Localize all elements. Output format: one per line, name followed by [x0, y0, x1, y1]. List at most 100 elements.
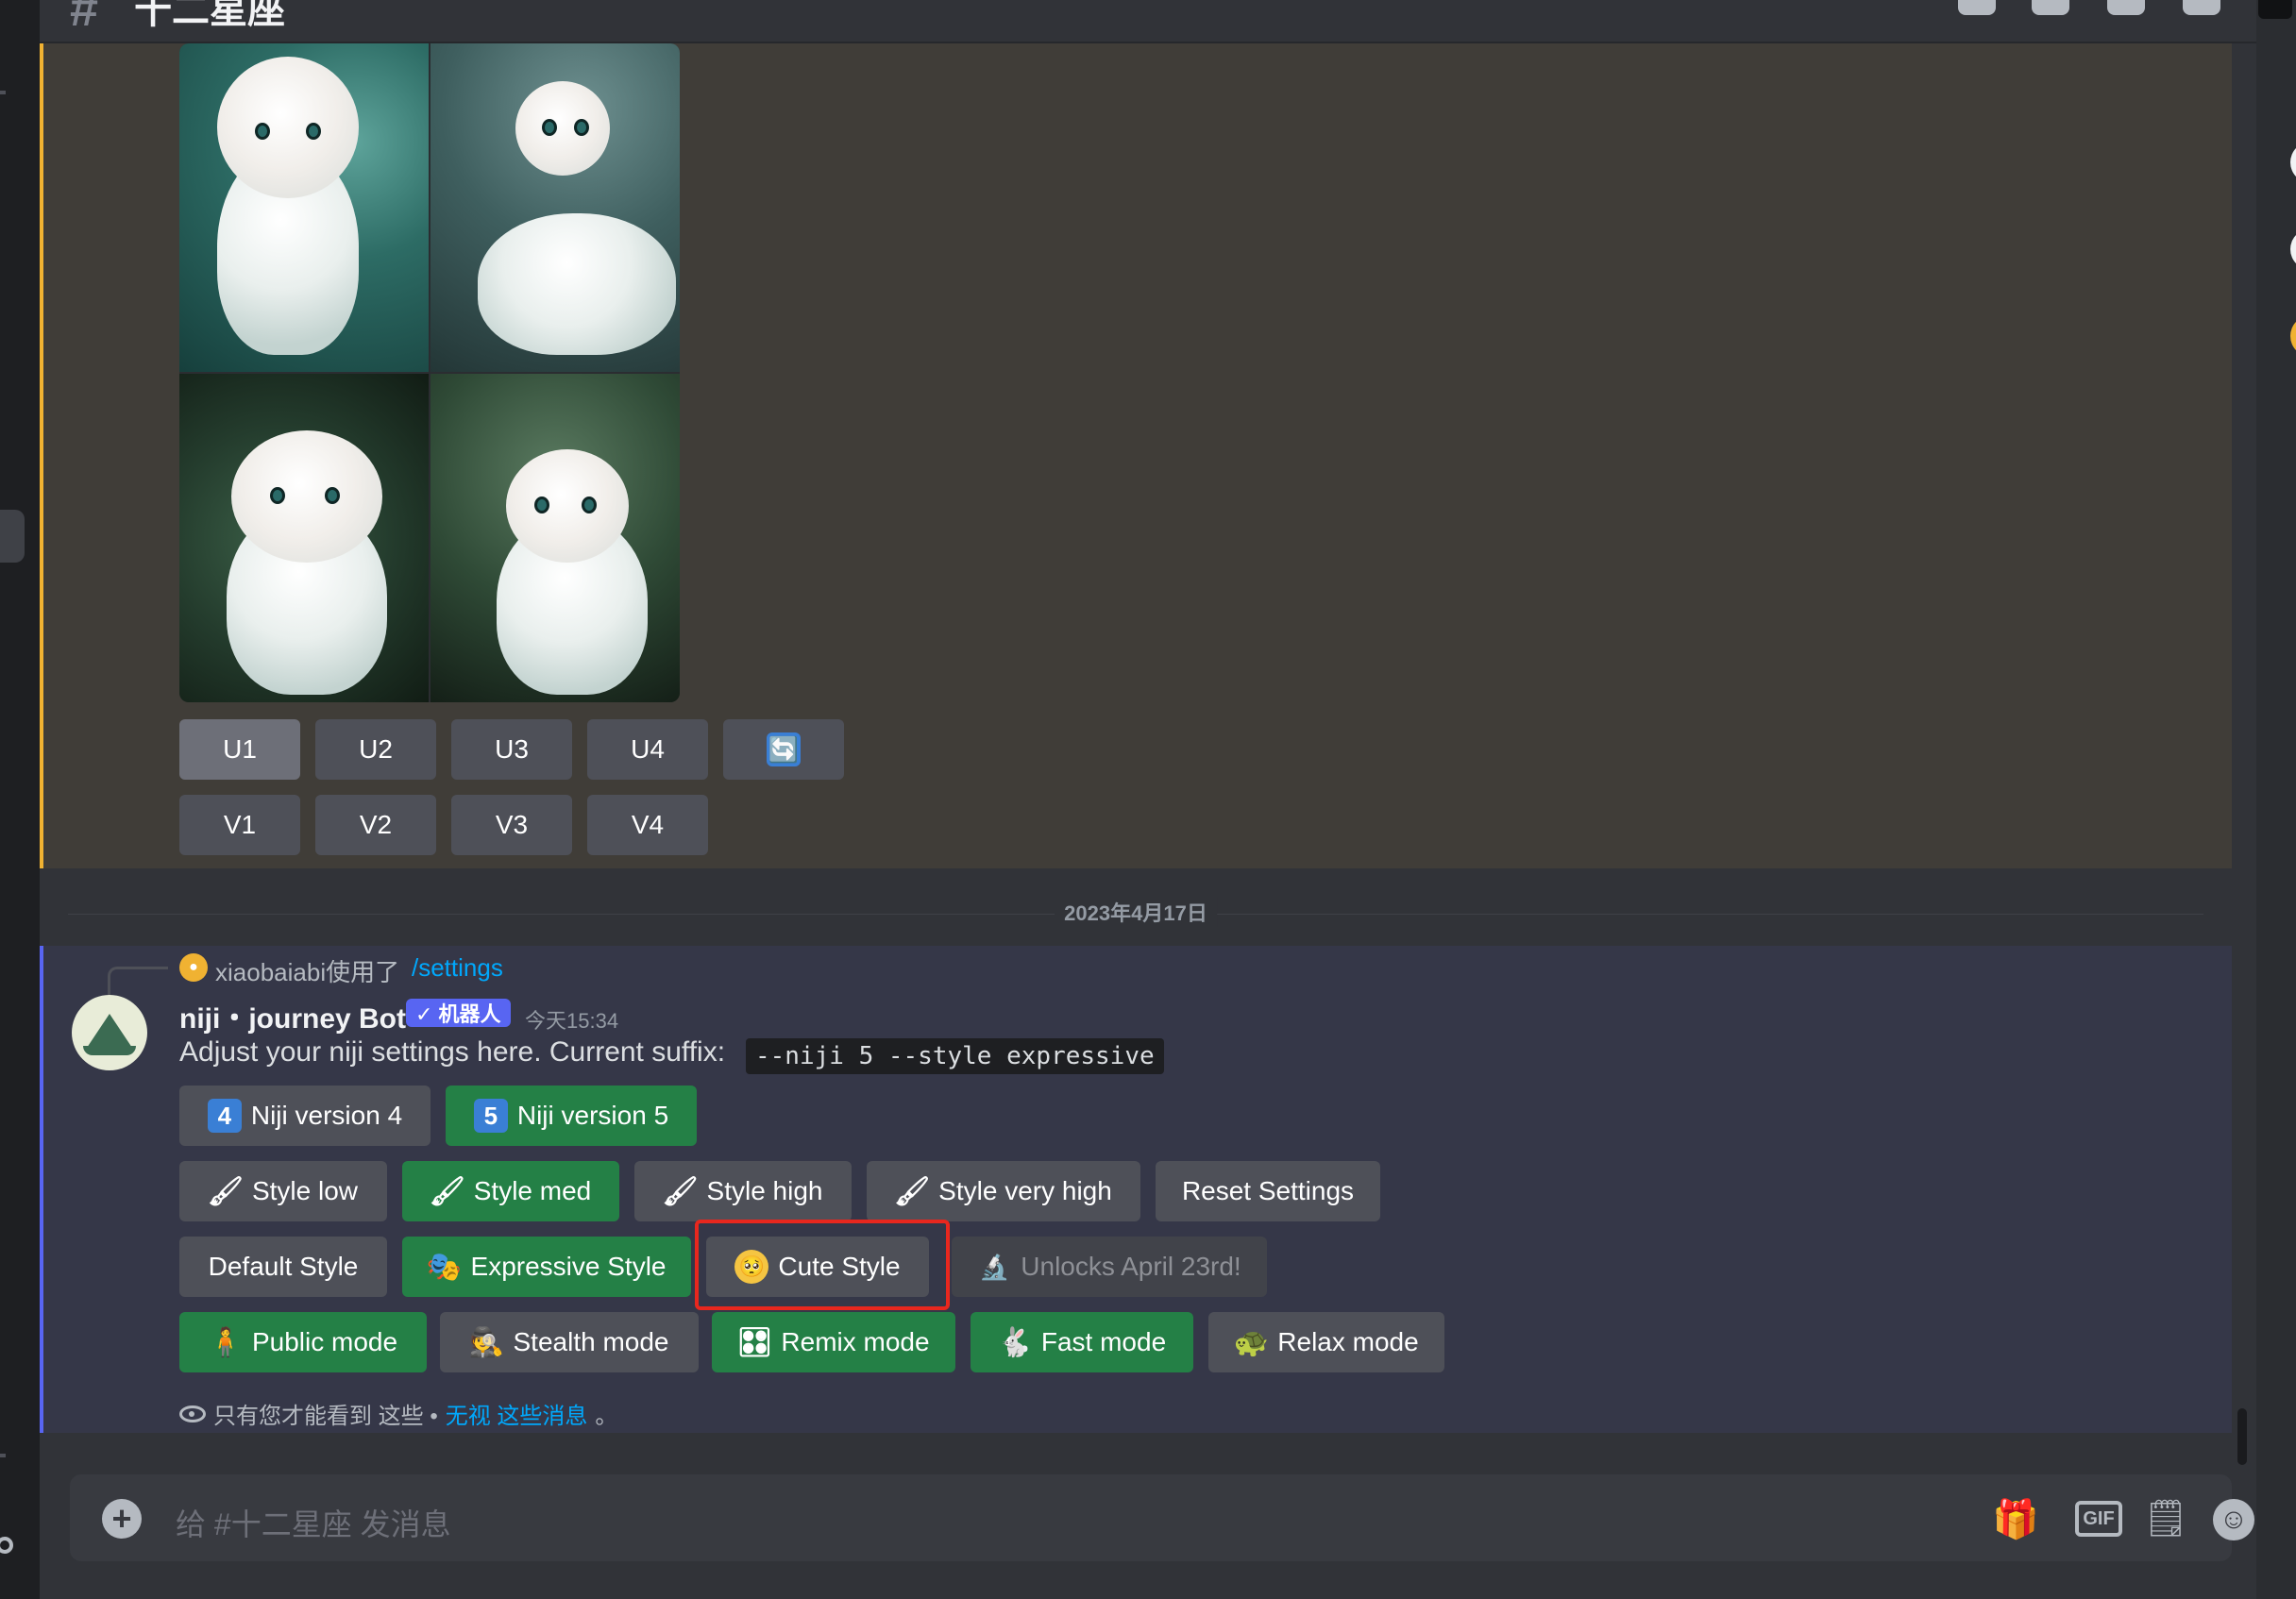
standing-person-icon: 🧍: [208, 1326, 244, 1358]
reply-command[interactable]: /settings: [412, 953, 503, 983]
emoji-icon[interactable]: ☺: [2213, 1499, 2254, 1540]
member-avatar[interactable]: [2290, 315, 2296, 357]
button-label: Style very high: [938, 1176, 1112, 1205]
button-label: Style high: [706, 1176, 823, 1205]
button-label: Public mode: [251, 1327, 398, 1356]
hash-icon: #: [70, 0, 99, 37]
message-input[interactable]: 给 #十二星座 发消息: [176, 1501, 451, 1544]
reroll-icon: 🔄: [767, 732, 801, 766]
style-high-button[interactable]: 🖌 Style high: [634, 1161, 852, 1221]
default-style-button[interactable]: Default Style: [179, 1237, 387, 1297]
style-med-button[interactable]: 🖌 Style med: [402, 1161, 619, 1221]
reply-user[interactable]: xiaobaiabi使用了: [215, 953, 399, 988]
gif-icon[interactable]: GIF: [2075, 1501, 2122, 1537]
style-very-high-button[interactable]: 🖌 Style very high: [867, 1161, 1140, 1221]
upscale-button-2[interactable]: U2: [315, 719, 436, 780]
sticker-icon[interactable]: 🗒: [2143, 1499, 2188, 1539]
date-label: 2023年4月17日: [1055, 897, 1217, 927]
image-grid[interactable]: [179, 43, 680, 702]
variation-button-2[interactable]: V2: [315, 795, 436, 855]
variation-button-4[interactable]: V4: [587, 795, 708, 855]
paintbrush-icon: 🖌: [662, 1175, 699, 1207]
message-composer[interactable]: + 给 #十二星座 发消息 🎁 GIF 🗒 ☺: [70, 1474, 2254, 1561]
paintbrush-icon: 🖌: [429, 1175, 465, 1207]
style-low-button[interactable]: 🖌 Style low: [179, 1161, 387, 1221]
upscale-button-4[interactable]: U4: [587, 719, 708, 780]
relax-mode-button[interactable]: 🐢 Relax mode: [1208, 1312, 1444, 1372]
ephemeral-note: 只有您才能看到 这些 • 无视 这些消息 。: [179, 1397, 617, 1430]
upscale-button-3[interactable]: U3: [451, 719, 572, 780]
keycap-5-icon: 5: [473, 1099, 508, 1133]
sidebar-pill[interactable]: [0, 510, 25, 563]
theater-masks-icon: 🎭: [426, 1251, 463, 1283]
generated-image-1[interactable]: [179, 43, 429, 372]
reroll-button[interactable]: 🔄: [723, 719, 844, 780]
discord-window: # 十二星座 U1 U2 U3 U4 🔄 V1 V2 V3 V4 2023年4月…: [0, 0, 2296, 1599]
variation-button-1[interactable]: V1: [179, 795, 300, 855]
pin-icon[interactable]: [2107, 0, 2145, 15]
member-list: [2256, 0, 2296, 1599]
button-label: Niji version 4: [250, 1101, 403, 1130]
image-message: U1 U2 U3 U4 🔄 V1 V2 V3 V4: [40, 43, 2232, 868]
public-mode-button[interactable]: 🧍 Public mode: [179, 1312, 427, 1372]
turtle-icon: 🐢: [1233, 1326, 1269, 1358]
bell-icon[interactable]: [2032, 0, 2069, 15]
dismiss-link[interactable]: 无视 这些消息: [446, 1397, 588, 1430]
fast-mode-button[interactable]: 🐇 Fast mode: [971, 1312, 1193, 1372]
stealth-mode-button[interactable]: 🕵 Stealth mode: [440, 1312, 699, 1372]
button-label: Style low: [251, 1176, 359, 1205]
suffix-code: --niji 5 --style expressive: [746, 1038, 1164, 1074]
expressive-style-button[interactable]: 🎭 Expressive Style: [402, 1237, 691, 1297]
reset-settings-button[interactable]: Reset Settings: [1156, 1161, 1380, 1221]
button-label: Reset Settings: [1181, 1176, 1355, 1205]
paintbrush-icon: 🖌: [207, 1175, 245, 1207]
date-divider: 2023年4月17日: [40, 868, 2232, 942]
message-timestamp: 今天15:34: [525, 1009, 619, 1033]
avatar[interactable]: [72, 995, 147, 1070]
boat-icon: [87, 1014, 132, 1048]
control-knobs-icon: 🎛: [736, 1326, 773, 1358]
upscale-button-1[interactable]: U1: [179, 719, 300, 780]
member-avatar[interactable]: [2290, 142, 2296, 183]
ephemeral-text: 只有您才能看到 这些 •: [213, 1404, 438, 1429]
button-label: Expressive Style: [470, 1252, 667, 1281]
button-label: Stealth mode: [513, 1327, 669, 1356]
button-label: Remix mode: [781, 1327, 930, 1356]
generated-image-2[interactable]: [430, 43, 680, 372]
gift-icon[interactable]: 🎁: [1992, 1499, 2039, 1540]
sidebar-marker: [0, 1454, 6, 1457]
threads-icon[interactable]: [1958, 0, 1996, 15]
channel-title: 十二星座: [134, 0, 285, 31]
button-label: Niji version 5: [516, 1101, 669, 1130]
message-text: Adjust your niji settings here. Current …: [179, 1036, 726, 1068]
eye-icon: [179, 1405, 206, 1422]
button-label: Default Style: [208, 1252, 359, 1281]
server-sidebar: [0, 0, 40, 1599]
detective-icon: 🕵: [468, 1326, 505, 1358]
search-box[interactable]: [2258, 0, 2292, 19]
sidebar-marker: [0, 91, 6, 94]
pleading-face-icon: 🥺: [734, 1250, 769, 1284]
member-avatar[interactable]: [2290, 228, 2296, 270]
variation-button-3[interactable]: V3: [451, 795, 572, 855]
ephemeral-suffix: 。: [595, 1404, 618, 1429]
remix-mode-button[interactable]: 🎛 Remix mode: [712, 1312, 955, 1372]
unlocks-april-button: 🔬 Unlocks April 23rd!: [952, 1237, 1267, 1297]
discord-icon: ●: [179, 953, 208, 982]
bot-name[interactable]: niji・journey Bot: [179, 995, 406, 1036]
add-attachment-icon[interactable]: +: [102, 1499, 142, 1539]
button-label: Cute Style: [778, 1252, 901, 1281]
niji-version-4-button[interactable]: 4 Niji version 4: [179, 1086, 430, 1146]
paintbrush-icon: 🖌: [894, 1175, 931, 1207]
niji-version-5-button[interactable]: 5 Niji version 5: [446, 1086, 697, 1146]
keycap-4-icon: 4: [207, 1099, 242, 1133]
button-label: Style med: [473, 1176, 592, 1205]
gear-icon[interactable]: [0, 1537, 13, 1554]
bot-settings-message: ● xiaobaiabi使用了 /settings niji・journey B…: [40, 946, 2232, 1433]
generated-image-4[interactable]: [430, 374, 680, 702]
scrollbar[interactable]: [2237, 1408, 2247, 1465]
generated-image-3[interactable]: [179, 374, 429, 702]
cute-style-button[interactable]: 🥺 Cute Style: [706, 1237, 929, 1297]
button-label: Fast mode: [1040, 1327, 1167, 1356]
members-icon[interactable]: [2183, 0, 2220, 15]
